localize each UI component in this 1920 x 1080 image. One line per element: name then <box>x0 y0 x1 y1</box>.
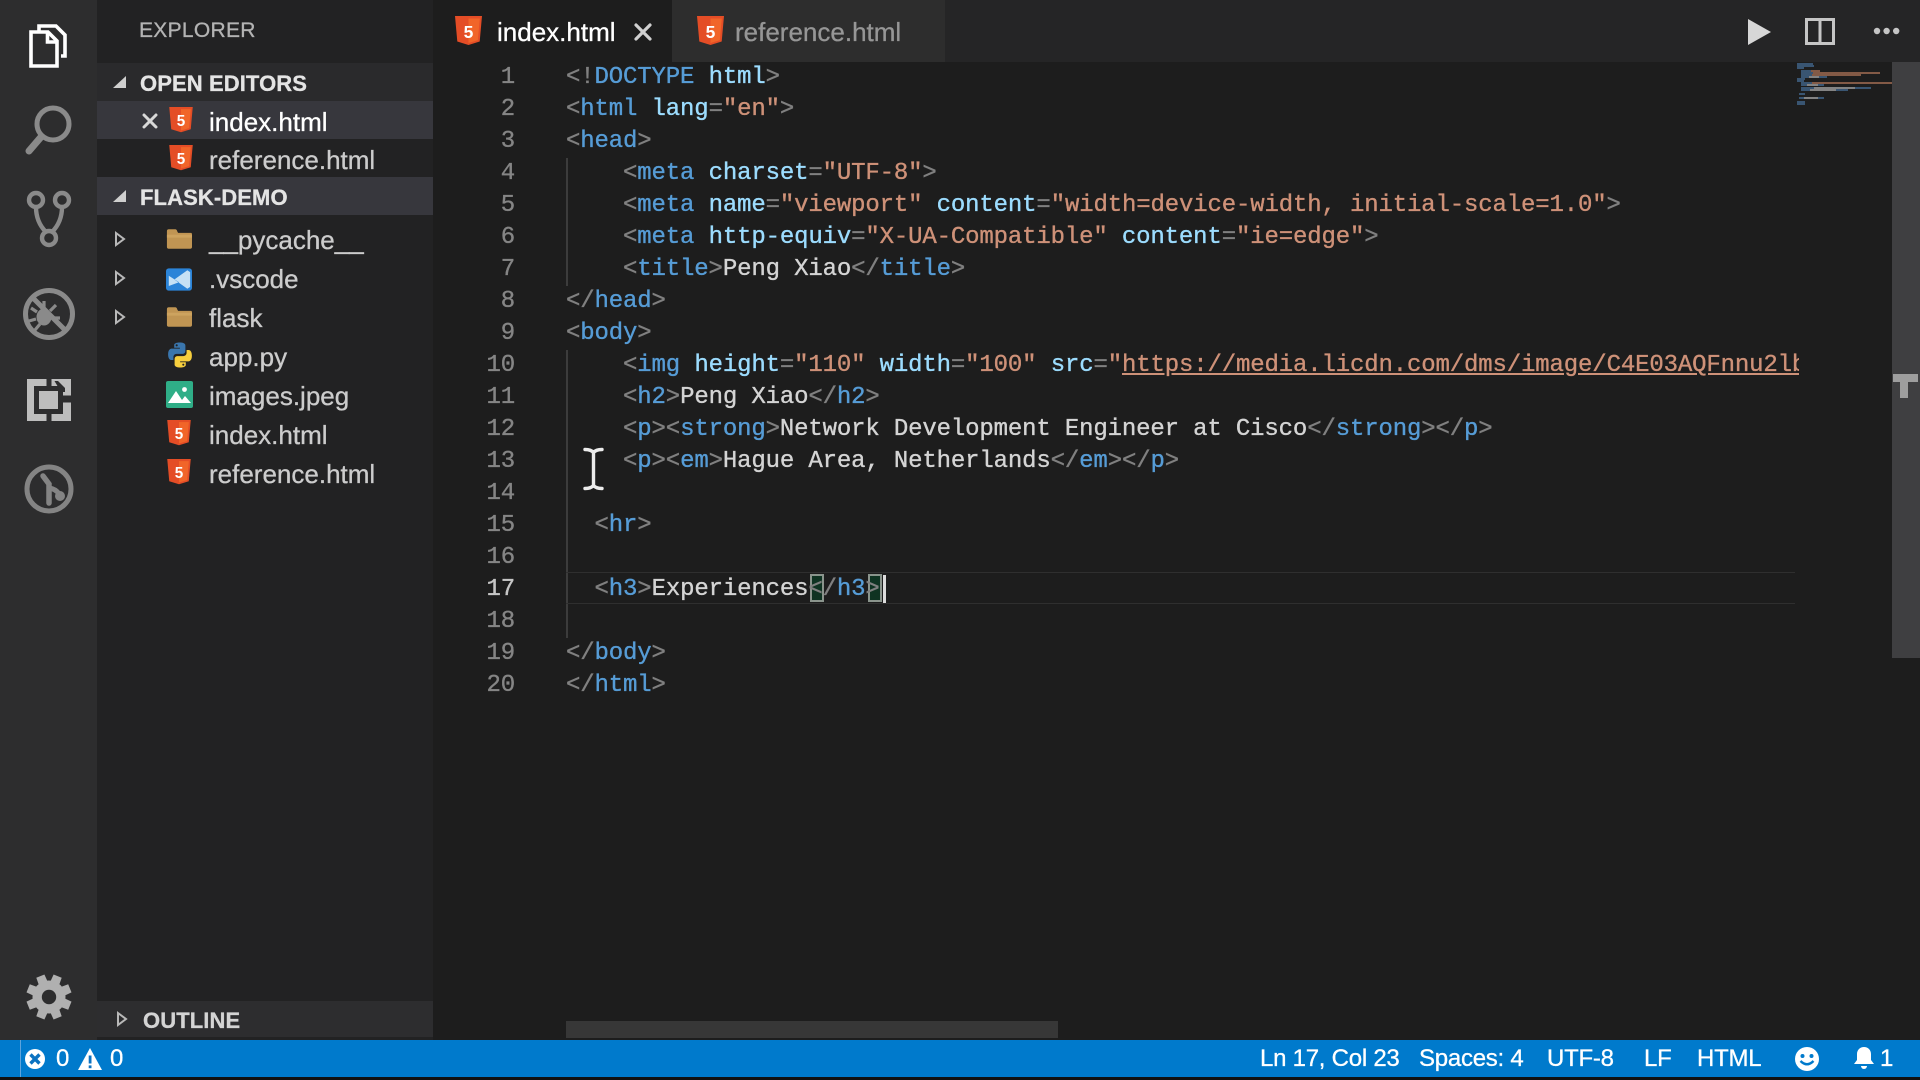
svg-text:5: 5 <box>464 22 474 42</box>
svg-text:5: 5 <box>177 113 186 130</box>
svg-text:5: 5 <box>175 465 184 482</box>
svg-text:5: 5 <box>706 22 716 42</box>
svg-text:5: 5 <box>177 151 186 168</box>
svg-text:5: 5 <box>175 426 184 443</box>
